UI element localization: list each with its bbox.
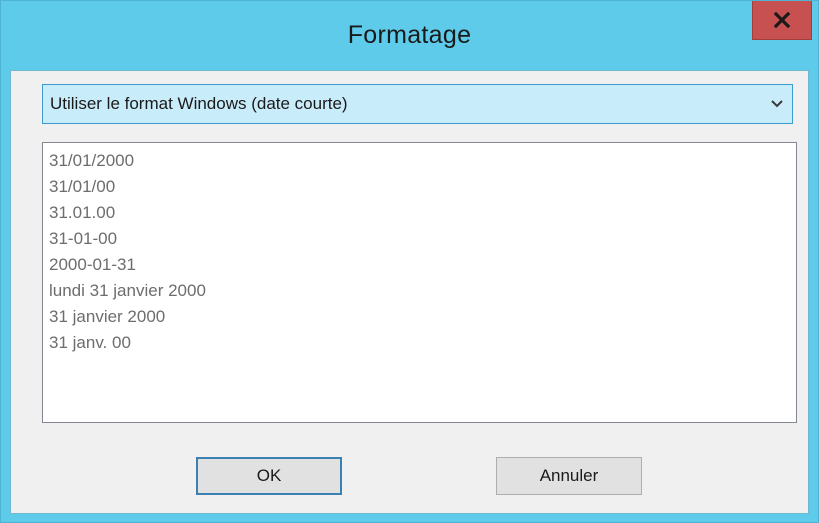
cancel-button[interactable]: Annuler (496, 457, 642, 495)
date-format-items: 31/01/2000 31/01/00 31.01.00 31-01-00 20… (49, 148, 206, 356)
list-item[interactable]: 31.01.00 (49, 200, 206, 226)
list-item[interactable]: 31 janv. 00 (49, 330, 206, 356)
chevron-down-icon (771, 100, 783, 108)
ok-button[interactable]: OK (196, 457, 342, 495)
list-item[interactable]: 31/01/2000 (49, 148, 206, 174)
formatage-dialog: Formatage Utiliser le format Windows (da… (0, 0, 819, 523)
window-title: Formatage (347, 21, 472, 49)
format-dropdown-value: Utiliser le format Windows (date courte) (50, 94, 348, 113)
list-item[interactable]: lundi 31 janvier 2000 (49, 278, 206, 304)
list-item[interactable]: 31 janvier 2000 (49, 304, 206, 330)
list-item[interactable]: 31/01/00 (49, 174, 206, 200)
date-format-list[interactable]: 31/01/2000 31/01/00 31.01.00 31-01-00 20… (42, 142, 797, 423)
list-item[interactable]: 31-01-00 (49, 226, 206, 252)
close-button[interactable] (752, 1, 812, 40)
close-icon (773, 12, 791, 28)
list-item[interactable]: 2000-01-31 (49, 252, 206, 278)
dialog-content: Utiliser le format Windows (date courte)… (10, 70, 809, 514)
title-bar[interactable]: Formatage (1, 1, 818, 79)
format-dropdown[interactable]: Utiliser le format Windows (date courte) (42, 84, 793, 124)
